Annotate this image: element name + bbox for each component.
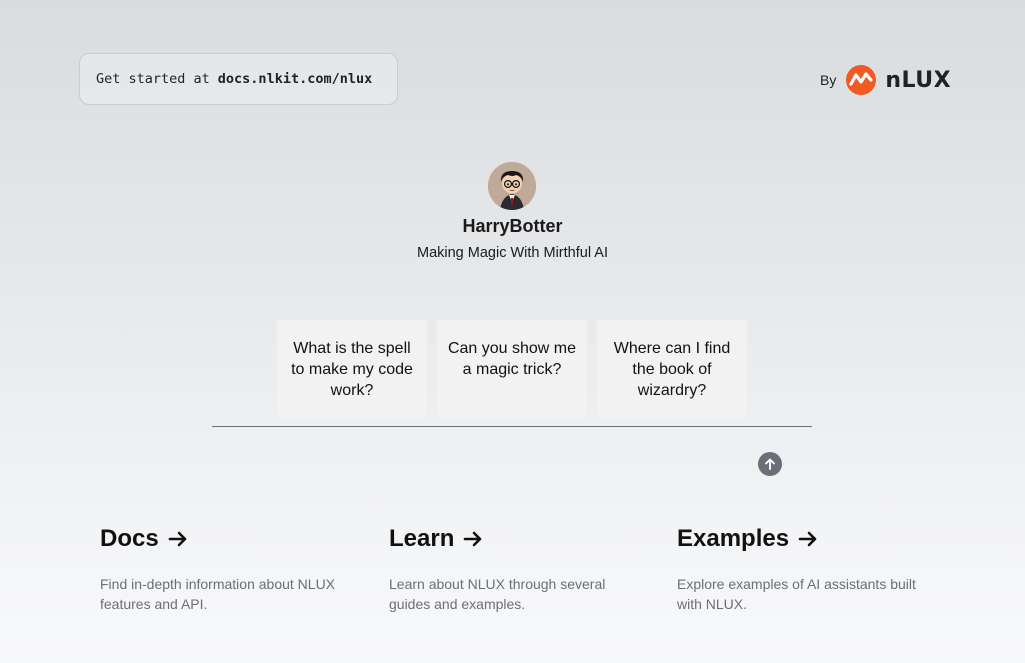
examples-title: Examples bbox=[677, 525, 790, 552]
brand-name: nLUX bbox=[885, 67, 952, 93]
suggested-prompt[interactable]: What is the spell to make my code work? bbox=[277, 320, 427, 420]
docs-description: Find in-depth information about NLUX fea… bbox=[100, 576, 336, 612]
by-label: By bbox=[820, 72, 837, 88]
prompt-input[interactable] bbox=[212, 432, 742, 472]
arrow-right-icon bbox=[798, 531, 817, 547]
suggested-prompt[interactable]: Where can I find the book of wizardry? bbox=[597, 320, 747, 420]
composer-divider bbox=[212, 426, 812, 427]
get-started-banner: Get started at docs.nlkit.com/nlux bbox=[79, 53, 398, 105]
learn-link[interactable]: Learn bbox=[389, 522, 629, 556]
suggested-prompt[interactable]: Can you show me a magic trick? bbox=[437, 320, 587, 420]
learn-description: Learn about NLUX through several guides … bbox=[389, 576, 606, 612]
arrow-right-icon bbox=[168, 531, 186, 547]
arrow-right-icon bbox=[464, 531, 482, 547]
arrow-up-icon bbox=[765, 458, 775, 470]
bot-tagline: Making Magic With Mirthful AI bbox=[417, 245, 608, 261]
learn-card: Learn Learn about NLUX through several g… bbox=[389, 522, 629, 614]
docs-link[interactable]: docs.nlkit.com/nlux bbox=[218, 71, 372, 87]
brand: By nLUX bbox=[820, 62, 951, 98]
docs-title: Docs bbox=[100, 525, 159, 552]
bot-name: HarryBotter bbox=[462, 216, 563, 236]
get-started-prefix: Get started at bbox=[96, 71, 210, 87]
suggested-prompts: What is the spell to make my code work? … bbox=[277, 320, 747, 420]
examples-link[interactable]: Examples bbox=[677, 522, 917, 556]
send-button[interactable] bbox=[758, 452, 782, 476]
docs-card: Docs Find in-depth information about NLU… bbox=[100, 522, 340, 614]
docs-link[interactable]: Docs bbox=[100, 522, 340, 556]
learn-title: Learn bbox=[389, 525, 455, 552]
nlux-logo-icon[interactable] bbox=[845, 64, 877, 96]
examples-description: Explore examples of AI assistants built … bbox=[677, 576, 916, 612]
wizard-avatar-icon bbox=[488, 162, 536, 210]
examples-card: Examples Explore examples of AI assistan… bbox=[677, 522, 917, 614]
